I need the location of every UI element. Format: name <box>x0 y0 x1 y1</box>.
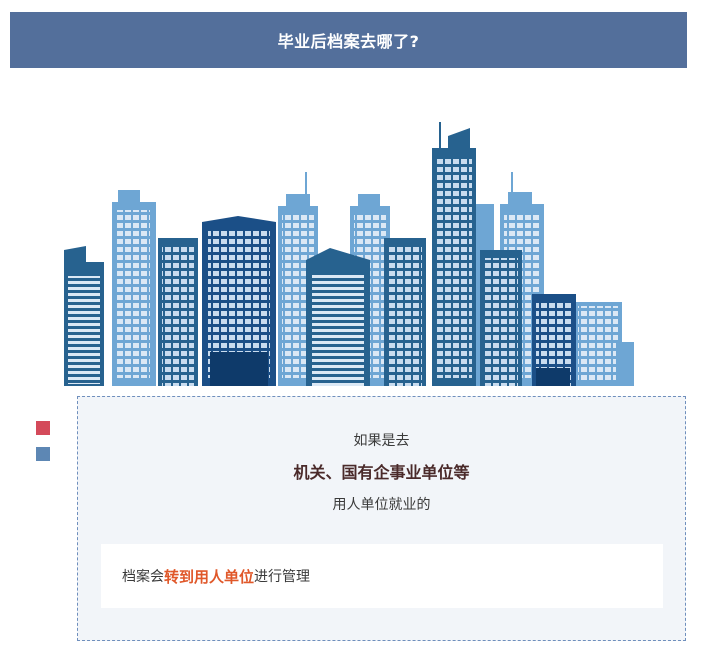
panel-line-employer: 用人单位就业的 <box>332 497 431 513</box>
header-banner: 毕业后档案去哪了? <box>10 12 687 68</box>
blue-marker-square <box>36 447 50 461</box>
note-text-after: 进行管理 <box>254 569 311 585</box>
page-title: 毕业后档案去哪了? <box>277 32 420 51</box>
note-text-before: 档案会 <box>122 569 164 585</box>
red-marker-square <box>36 421 50 435</box>
city-skyline-illustration <box>64 122 634 386</box>
note-highlight: 转到用人单位 <box>164 567 255 586</box>
note-box: 档案会 转到用人单位 进行管理 <box>101 544 663 608</box>
panel-line-intro: 如果是去 <box>353 433 410 449</box>
panel-line-institutions: 机关、国有企事业单位等 <box>293 463 470 482</box>
info-panel: 如果是去 机关、国有企事业单位等 用人单位就业的 档案会 转到用人单位 进行管理 <box>77 396 686 641</box>
